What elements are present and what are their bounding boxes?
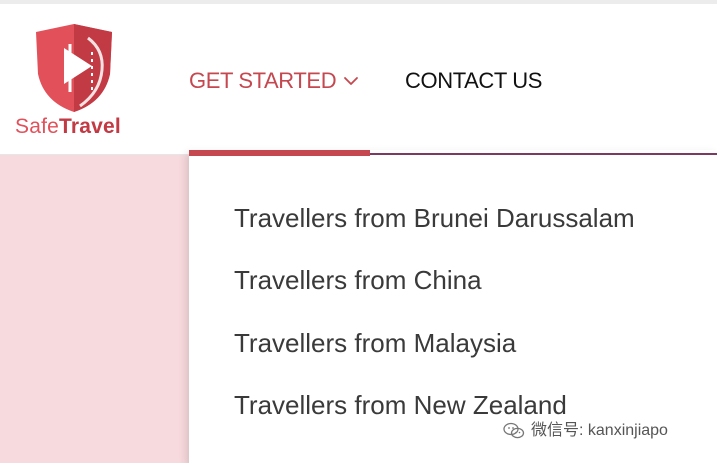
logo-word-safe: Safe — [15, 115, 59, 138]
site-header: SafeTravel GET STARTED CONTACT US — [0, 4, 717, 155]
logo-word-travel: Travel — [59, 115, 121, 138]
wechat-watermark: 微信号: kanxinjiapo — [503, 419, 668, 443]
nav-get-started[interactable]: GET STARTED — [189, 66, 360, 96]
logo-wordmark: SafeTravel — [15, 115, 121, 139]
nav-get-started-label: GET STARTED — [189, 68, 337, 93]
dropdown-item-china[interactable]: Travellers from China — [234, 262, 482, 298]
dropdown-item-malaysia[interactable]: Travellers from Malaysia — [234, 325, 516, 361]
logo-mark-icon — [36, 24, 112, 112]
nav-contact-us[interactable]: CONTACT US — [405, 66, 542, 96]
get-started-dropdown-menu: Travellers from Brunei Darussalam Travel… — [189, 150, 717, 463]
chevron-down-icon — [344, 77, 359, 85]
watermark-text: 微信号: kanxinjiapo — [531, 422, 668, 439]
dropdown-active-indicator — [189, 150, 370, 156]
dropdown-item-new-zealand[interactable]: Travellers from New Zealand — [234, 387, 567, 423]
safetravel-logo[interactable]: SafeTravel — [14, 22, 134, 142]
dropdown-item-brunei[interactable]: Travellers from Brunei Darussalam — [234, 200, 635, 236]
page: SafeTravel GET STARTED CONTACT US Travel… — [0, 0, 717, 463]
wechat-icon — [503, 422, 525, 439]
